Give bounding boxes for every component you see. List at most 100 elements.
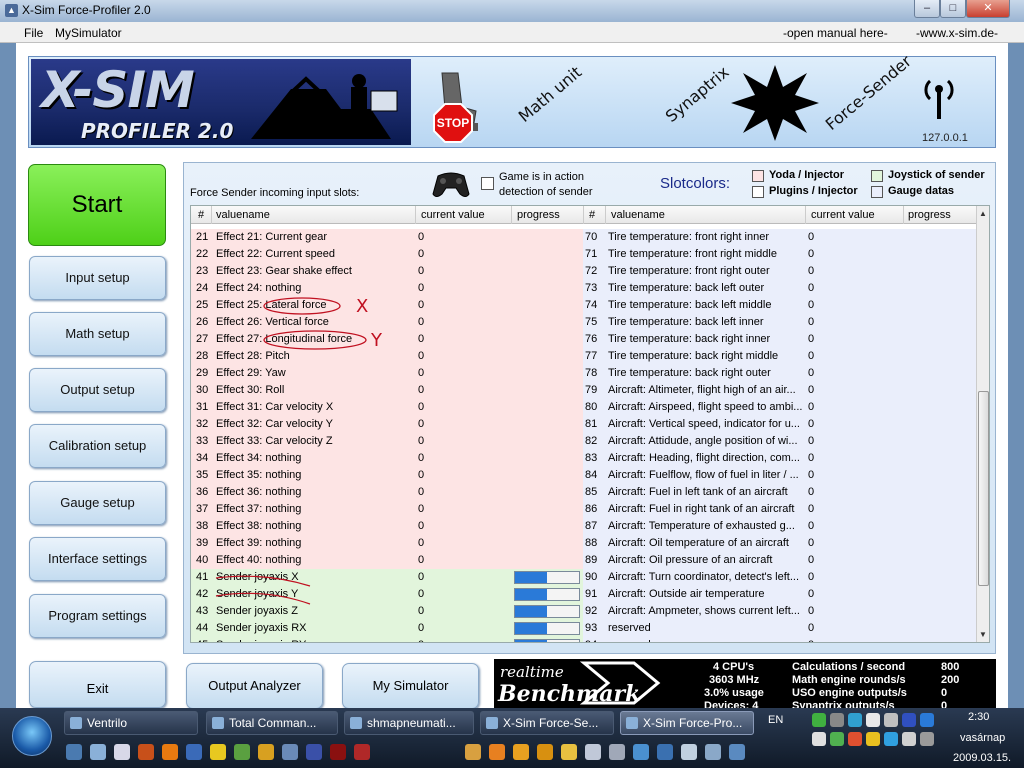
tray-clock[interactable]: 2:30 <box>968 711 989 723</box>
table-scrollbar[interactable]: ▲ ▼ <box>976 206 989 642</box>
quick-launch-icon[interactable] <box>489 744 505 760</box>
col-num-2[interactable]: # <box>589 209 595 221</box>
tray-icon[interactable] <box>902 732 916 746</box>
tray-icon[interactable] <box>866 713 880 727</box>
start-orb[interactable] <box>12 716 52 756</box>
quick-launch-icon[interactable] <box>609 744 625 760</box>
tray-icon[interactable] <box>812 732 826 746</box>
tray-icon[interactable] <box>920 732 934 746</box>
program-settings-button[interactable]: Program settings <box>29 594 166 638</box>
menu-mysimulator[interactable]: MySimulator <box>55 26 122 40</box>
quick-launch-icon[interactable] <box>66 744 82 760</box>
quick-launch-icon[interactable] <box>513 744 529 760</box>
tray-icon[interactable] <box>920 713 934 727</box>
col-valuename-1[interactable]: valuename <box>216 209 270 221</box>
quick-launch-icon[interactable] <box>90 744 106 760</box>
language-indicator[interactable]: EN <box>768 714 783 726</box>
col-current-2[interactable]: current value <box>811 209 875 221</box>
table-row[interactable]: 24 Effect 24: nothing 0 73 Tire temperature:… <box>191 280 976 297</box>
scroll-up-arrow-icon[interactable]: ▲ <box>979 209 987 218</box>
calibration-setup-button[interactable]: Calibration setup <box>29 424 166 468</box>
quick-launch-icon[interactable] <box>282 744 298 760</box>
quick-launch-icon[interactable] <box>186 744 202 760</box>
tray-icon[interactable] <box>830 713 844 727</box>
quick-launch-icon[interactable] <box>330 744 346 760</box>
table-row[interactable]: 33 Effect 33: Car velocity Z 0 82 Aircraft: … <box>191 433 976 450</box>
menu-open-manual[interactable]: -open manual here- <box>783 26 888 40</box>
menu-website[interactable]: -www.x-sim.de- <box>916 26 998 40</box>
table-row[interactable]: 29 Effect 29: Yaw 0 78 Tire temperature: bac… <box>191 365 976 382</box>
table-row[interactable]: 23 Effect 23: Gear shake effect 0 72 Tire te… <box>191 263 976 280</box>
quick-launch-icon[interactable] <box>138 744 154 760</box>
quick-launch-icon[interactable] <box>465 744 481 760</box>
table-row[interactable]: 44 Sender joyaxis RX 0 93 reserved 0 <box>191 620 976 637</box>
start-button[interactable]: Start <box>28 164 166 246</box>
quick-launch-icon[interactable] <box>657 744 673 760</box>
quick-launch-icon[interactable] <box>114 744 130 760</box>
quick-launch-icon[interactable] <box>585 744 601 760</box>
math-setup-button[interactable]: Math setup <box>29 312 166 356</box>
quick-launch-icon[interactable] <box>681 744 697 760</box>
gauge-color-swatch[interactable] <box>871 186 883 198</box>
quick-launch-icon[interactable] <box>729 744 745 760</box>
tray-icon[interactable] <box>848 713 862 727</box>
table-row[interactable]: 31 Effect 31: Car velocity X 0 80 Aircraft: … <box>191 399 976 416</box>
minimize-button[interactable]: – <box>914 0 940 18</box>
table-row[interactable]: 34 Effect 34: nothing 0 83 Aircraft: Heading… <box>191 450 976 467</box>
task-total-commander[interactable]: Total Comman... <box>206 711 338 735</box>
tray-icon[interactable] <box>812 713 826 727</box>
quick-launch-icon[interactable] <box>561 744 577 760</box>
task-ventrilo[interactable]: Ventrilo <box>64 711 198 735</box>
quick-launch-icon[interactable] <box>258 744 274 760</box>
game-action-checkbox[interactable] <box>481 177 494 190</box>
tray-icon[interactable] <box>884 713 898 727</box>
quick-launch-icon[interactable] <box>633 744 649 760</box>
col-num-1[interactable]: # <box>198 209 204 221</box>
output-setup-button[interactable]: Output setup <box>29 368 166 412</box>
table-row[interactable]: 45 Sender joyaxis RY 0 94 reserved 0 <box>191 637 976 642</box>
col-valuename-2[interactable]: valuename <box>611 209 665 221</box>
task-shmapneumatic[interactable]: shmapneumati... <box>344 711 474 735</box>
table-row[interactable]: 39 Effect 39: nothing 0 88 Aircraft: Oil tem… <box>191 535 976 552</box>
quick-launch-icon[interactable] <box>537 744 553 760</box>
tray-icon[interactable] <box>902 713 916 727</box>
task-xsim-force-sender[interactable]: X-Sim Force-Se... <box>480 711 614 735</box>
quick-launch-icon[interactable] <box>705 744 721 760</box>
menu-file[interactable]: File <box>24 26 43 40</box>
col-progress-2[interactable]: progress <box>908 209 951 221</box>
close-button[interactable]: ✕ <box>966 0 1010 18</box>
table-row[interactable]: 30 Effect 30: Roll 0 79 Aircraft: Altimeter,… <box>191 382 976 399</box>
col-current-1[interactable]: current value <box>421 209 485 221</box>
joystick-color-swatch[interactable] <box>871 170 883 182</box>
quick-launch-icon[interactable] <box>306 744 322 760</box>
plugins-color-swatch[interactable] <box>752 186 764 198</box>
tray-icon[interactable] <box>830 732 844 746</box>
title-bar[interactable]: ▲ X-Sim Force-Profiler 2.0 – □ ✕ <box>0 0 1024 22</box>
table-row[interactable]: 22 Effect 22: Current speed 0 71 Tire temper… <box>191 246 976 263</box>
table-row[interactable]: 38 Effect 38: nothing 0 87 Aircraft: Tempera… <box>191 518 976 535</box>
table-row[interactable]: 21 Effect 21: Current gear 0 70 Tire tempera… <box>191 229 976 246</box>
quick-launch-icon[interactable] <box>162 744 178 760</box>
table-row[interactable]: 36 Effect 36: nothing 0 85 Aircraft: Fuel in… <box>191 484 976 501</box>
gauge-setup-button[interactable]: Gauge setup <box>29 481 166 525</box>
table-row[interactable]: 37 Effect 37: nothing 0 86 Aircraft: Fuel in… <box>191 501 976 518</box>
input-setup-button[interactable]: Input setup <box>29 256 166 300</box>
table-row[interactable]: 40 Effect 40: nothing 0 89 Aircraft: Oil pre… <box>191 552 976 569</box>
tray-icon[interactable] <box>884 732 898 746</box>
quick-launch-icon[interactable] <box>354 744 370 760</box>
col-progress-1[interactable]: progress <box>517 209 560 221</box>
tray-icon[interactable] <box>866 732 880 746</box>
scroll-down-arrow-icon[interactable]: ▼ <box>979 630 987 639</box>
yoda-color-swatch[interactable] <box>752 170 764 182</box>
quick-launch-icon[interactable] <box>210 744 226 760</box>
my-simulator-button[interactable]: My Simulator <box>342 663 479 709</box>
interface-settings-button[interactable]: Interface settings <box>29 537 166 581</box>
maximize-button[interactable]: □ <box>940 0 966 18</box>
scroll-thumb[interactable] <box>978 391 989 586</box>
task-xsim-force-profiler[interactable]: X-Sim Force-Pro... <box>620 711 754 735</box>
table-row[interactable]: 32 Effect 32: Car velocity Y 0 81 Aircraft: … <box>191 416 976 433</box>
output-analyzer-button[interactable]: Output Analyzer <box>186 663 323 709</box>
exit-button[interactable]: Exit <box>29 661 166 708</box>
tray-icon[interactable] <box>848 732 862 746</box>
quick-launch-icon[interactable] <box>234 744 250 760</box>
